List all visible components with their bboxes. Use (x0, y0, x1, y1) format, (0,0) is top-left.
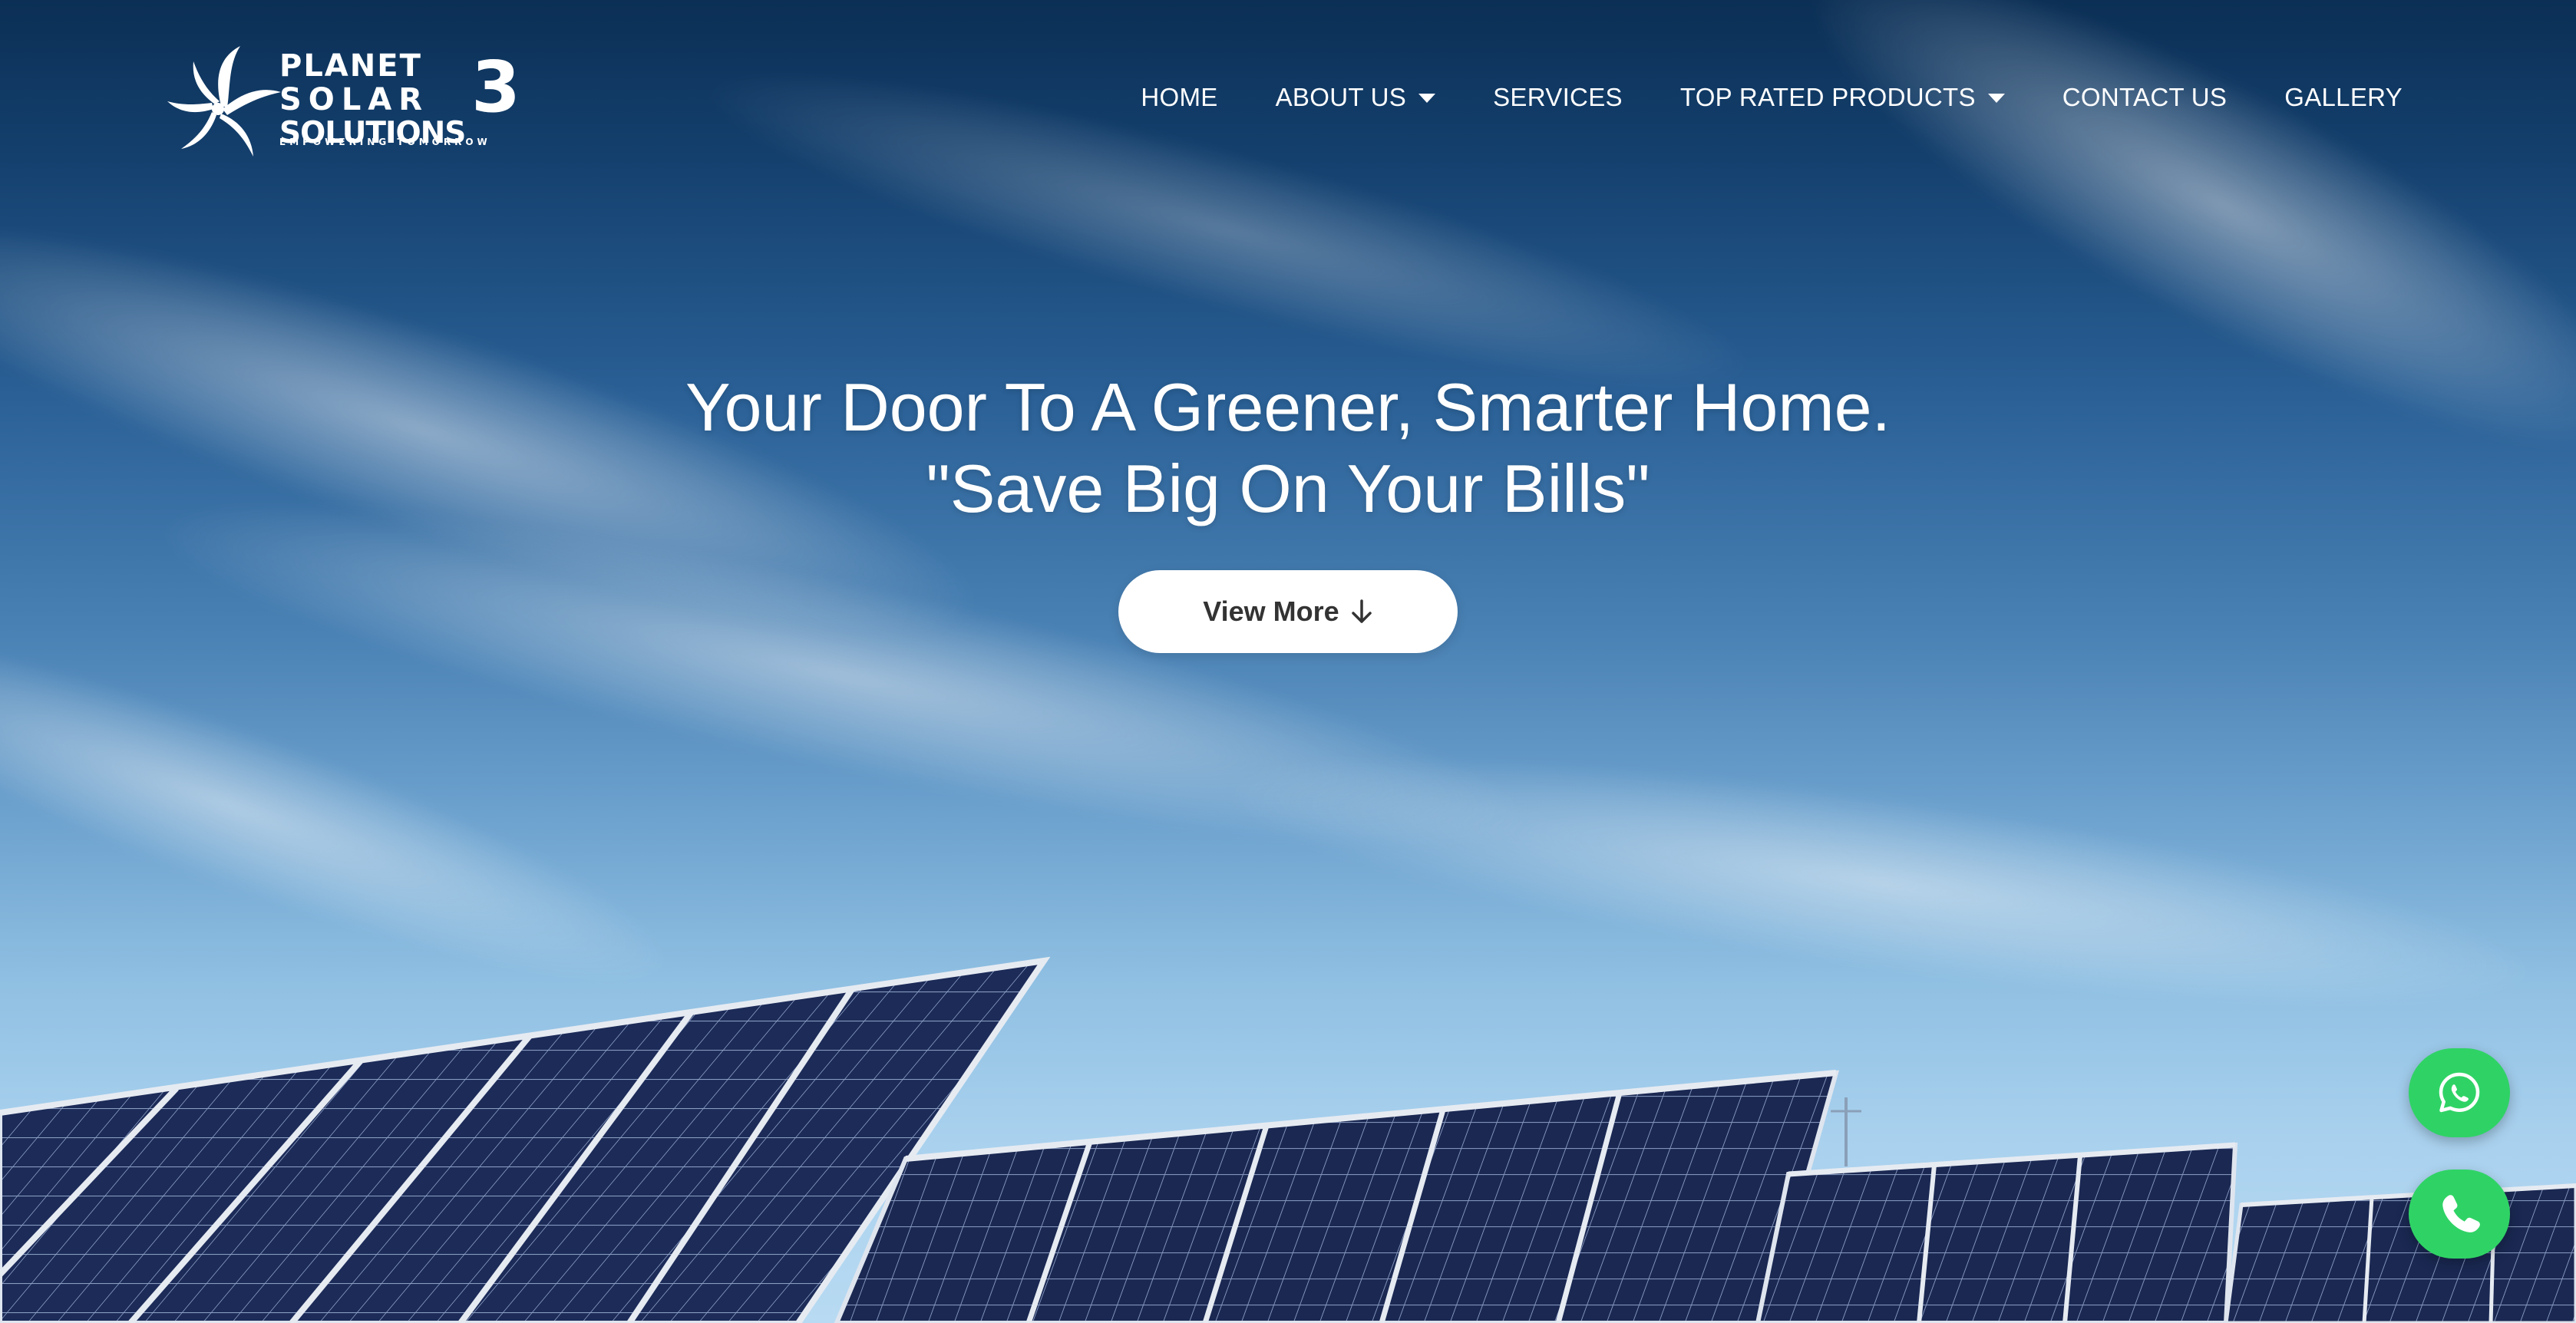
whatsapp-icon (2439, 1072, 2480, 1113)
logo-line-solar: SOLAR (279, 82, 430, 117)
nav-item-label: TOP RATED PRODUCTS (1679, 83, 1976, 111)
hero-heading: Your Door To A Greener, Smarter Home. "S… (0, 367, 2576, 530)
logo-number: 3 (471, 46, 521, 128)
cloud-decoration (1222, 708, 2539, 1057)
sunburst-logo-icon (167, 46, 281, 157)
logo-tagline: EMPOWERING TOMORROW (279, 137, 491, 147)
caret-down-icon (1987, 94, 2005, 103)
nav-item-top-rated-products[interactable]: TOP RATED PRODUCTS (1680, 83, 2005, 112)
phone-icon (2442, 1195, 2480, 1232)
nav-item-label: GALLERY (2284, 83, 2403, 111)
nav-item-about-us[interactable]: ABOUT US (1276, 83, 1436, 112)
view-more-button[interactable]: View More (1118, 570, 1458, 653)
logo-line-planet: PLANET (279, 48, 422, 84)
hero-title-line-1: Your Door To A Greener, Smarter Home. (685, 369, 1891, 445)
phone-button[interactable] (2409, 1170, 2510, 1259)
nav-item-home[interactable]: HOME (1141, 83, 1217, 112)
nav-item-gallery[interactable]: GALLERY (2284, 83, 2403, 112)
nav-item-contact-us[interactable]: CONTACT US (2062, 83, 2227, 112)
arrow-down-icon (1351, 599, 1372, 623)
nav-item-label: CONTACT US (2062, 83, 2228, 111)
main-nav: HOME ABOUT US SERVICES TOP RATED PRODUCT… (1083, 83, 2403, 112)
caret-down-icon (1418, 94, 1436, 103)
nav-item-label: HOME (1141, 83, 1218, 111)
nav-item-label: SERVICES (1493, 83, 1623, 111)
view-more-label: View More (1203, 596, 1339, 627)
nav-item-label: ABOUT US (1275, 83, 1407, 111)
hero-page: PLANET SOLAR SOLUTIONS 3 EMPOWERING TOMO… (0, 0, 2576, 1323)
nav-item-services[interactable]: SERVICES (1493, 83, 1623, 112)
brand-logo[interactable]: PLANET SOLAR SOLUTIONS 3 EMPOWERING TOMO… (167, 45, 520, 160)
hero-title-line-2: "Save Big On Your Bills" (926, 450, 1650, 526)
whatsapp-button[interactable] (2409, 1048, 2510, 1137)
